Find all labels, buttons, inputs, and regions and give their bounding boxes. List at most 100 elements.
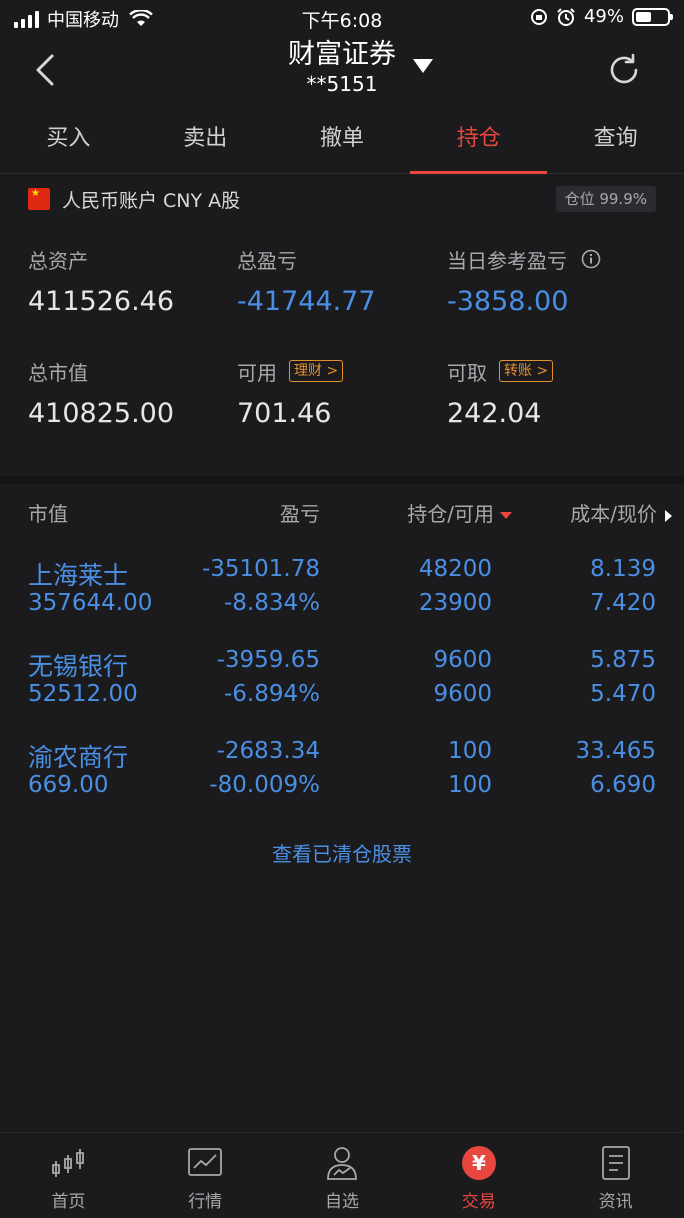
stock-pnl: -35101.78 (201, 556, 320, 582)
header-holding[interactable]: 持仓/可用 (407, 498, 512, 527)
table-row[interactable]: 无锡银行 52512.00 -3959.65 -6.894% 9600 9600… (0, 639, 684, 730)
candlestick-icon (52, 1149, 85, 1177)
stock-pnl: -3959.65 (216, 647, 320, 673)
header-cost-price[interactable]: 成本/现价 (570, 498, 672, 527)
account-row: ★ 人民币账户 CNY A股 仓位 99.9% (0, 174, 684, 224)
status-right: 49% (530, 6, 673, 27)
stock-price: 7.420 (590, 590, 656, 616)
section-divider (0, 476, 684, 484)
tab-query[interactable]: 查询 (547, 104, 684, 173)
refresh-icon[interactable] (606, 52, 642, 88)
tab-sell[interactable]: 卖出 (137, 104, 274, 173)
daily-pnl-value: -3858.00 (447, 286, 569, 317)
bottom-tab-label: 交易 (461, 1192, 496, 1212)
total-pnl: 总盈亏 -41744.77 (237, 244, 376, 318)
withdrawable-label-row: 可取 转账 > (447, 356, 554, 386)
table-row[interactable]: 上海莱士 357644.00 -35101.78 -8.834% 48200 2… (0, 548, 684, 639)
stock-name: 无锡银行 (28, 652, 129, 681)
caret-down-icon[interactable] (412, 58, 434, 74)
page: 中国移动 下午6:08 49% 财富证券 **5151 买入 卖出 撤单 持仓 … (0, 0, 684, 1218)
total-assets: 总资产 411526.46 (28, 244, 175, 318)
bottom-tab-label: 自选 (324, 1192, 359, 1212)
chart-icon (188, 1148, 223, 1176)
market-value-value: 410825.00 (28, 398, 175, 429)
holdings-table-header: 市值 盈亏 持仓/可用 成本/现价 (0, 494, 684, 530)
stock-available: 9600 (433, 681, 492, 707)
wealth-button[interactable]: 理财 > (289, 360, 344, 382)
news-icon (601, 1146, 630, 1180)
stock-cost: 33.465 (575, 738, 656, 764)
stock-pnl-pct: -80.009% (209, 772, 320, 798)
stock-pnl-pct: -8.834% (224, 590, 320, 616)
bottom-tab-bar: 首页 行情 自选 ¥ 交易 资讯 (0, 1132, 684, 1218)
user-chart-icon (327, 1147, 357, 1180)
available-label: 可用 (237, 360, 277, 385)
tab-cancel[interactable]: 撤单 (274, 104, 411, 173)
view-cleared-stocks-link[interactable]: 查看已清仓股票 (0, 838, 684, 867)
stock-price: 6.690 (590, 772, 656, 798)
stock-available: 100 (448, 772, 492, 798)
stock-market-value: 669.00 (28, 772, 109, 798)
stock-cost: 8.139 (590, 556, 656, 582)
daily-pnl-label: 当日参考盈亏 (447, 248, 567, 273)
stock-holding: 48200 (418, 556, 492, 582)
daily-pnl: 当日参考盈亏 -3858.00 (447, 244, 601, 317)
total-assets-value: 411526.46 (28, 286, 175, 317)
trade-tabs: 买入 卖出 撤单 持仓 查询 (0, 104, 684, 174)
stock-pnl: -2683.34 (216, 738, 320, 764)
available-funds: 可用 理财 > 701.46 (237, 356, 344, 429)
bottom-tab-label: 资讯 (598, 1192, 633, 1212)
header-pnl[interactable]: 盈亏 (280, 498, 320, 527)
available-value: 701.46 (237, 398, 332, 429)
transfer-button[interactable]: 转账 > (499, 360, 554, 382)
header-cost-price-label: 成本/现价 (570, 502, 657, 526)
stock-available: 23900 (418, 590, 492, 616)
withdrawable-value: 242.04 (447, 398, 542, 429)
market-value-label: 总市值 (28, 360, 88, 385)
bottom-tab-home[interactable]: 首页 (0, 1133, 137, 1218)
bottom-tab-watchlist[interactable]: 自选 (274, 1133, 411, 1218)
account-label: 人民币账户 CNY A股 (62, 190, 241, 212)
status-bar: 中国移动 下午6:08 49% (0, 0, 684, 36)
caret-right-icon (665, 509, 672, 522)
header-market-value[interactable]: 市值 (28, 498, 68, 527)
info-icon[interactable] (581, 249, 601, 269)
total-assets-label: 总资产 (28, 248, 88, 273)
sort-desc-icon (500, 512, 512, 519)
table-row[interactable]: 渝农商行 669.00 -2683.34 -80.009% 100 100 33… (0, 730, 684, 821)
battery-percent: 49% (583, 6, 624, 27)
bottom-tab-news[interactable]: 资讯 (547, 1133, 684, 1218)
stock-market-value: 52512.00 (28, 681, 138, 707)
stock-holding: 100 (448, 738, 492, 764)
stock-price: 5.470 (590, 681, 656, 707)
china-flag-icon: ★ (28, 188, 50, 210)
account-switcher[interactable]: 财富证券 **5151 (0, 36, 684, 96)
alarm-icon (557, 7, 575, 26)
market-value: 总市值 410825.00 (28, 356, 175, 430)
broker-title: 财富证券 (288, 39, 396, 70)
bottom-tab-market[interactable]: 行情 (137, 1133, 274, 1218)
bottom-tab-label: 行情 (188, 1192, 223, 1212)
position-ratio-badge: 仓位 99.9% (555, 186, 656, 212)
account-number: **5151 (306, 72, 378, 96)
yuan-icon: ¥ (461, 1146, 496, 1180)
tab-buy[interactable]: 买入 (0, 104, 137, 173)
battery-icon (632, 7, 673, 26)
battery-fill (636, 11, 651, 22)
tab-holdings[interactable]: 持仓 (410, 104, 547, 174)
withdrawable-label: 可取 (447, 360, 487, 385)
stock-holding: 9600 (433, 647, 492, 673)
bottom-tab-trade[interactable]: ¥ 交易 (410, 1133, 547, 1218)
stock-name: 上海莱士 (28, 561, 129, 590)
stock-market-value: 357644.00 (28, 590, 153, 616)
daily-pnl-label-row: 当日参考盈亏 (447, 244, 601, 274)
bottom-tab-label: 首页 (51, 1192, 86, 1212)
svg-text:¥: ¥ (472, 1151, 486, 1175)
withdrawable-funds: 可取 转账 > 242.04 (447, 356, 554, 429)
total-pnl-label: 总盈亏 (237, 248, 297, 273)
stock-cost: 5.875 (590, 647, 656, 673)
stock-name: 渝农商行 (28, 743, 129, 772)
available-label-row: 可用 理财 > (237, 356, 344, 386)
nav-bar: 财富证券 **5151 (0, 36, 684, 104)
orientation-lock-icon (530, 8, 547, 25)
